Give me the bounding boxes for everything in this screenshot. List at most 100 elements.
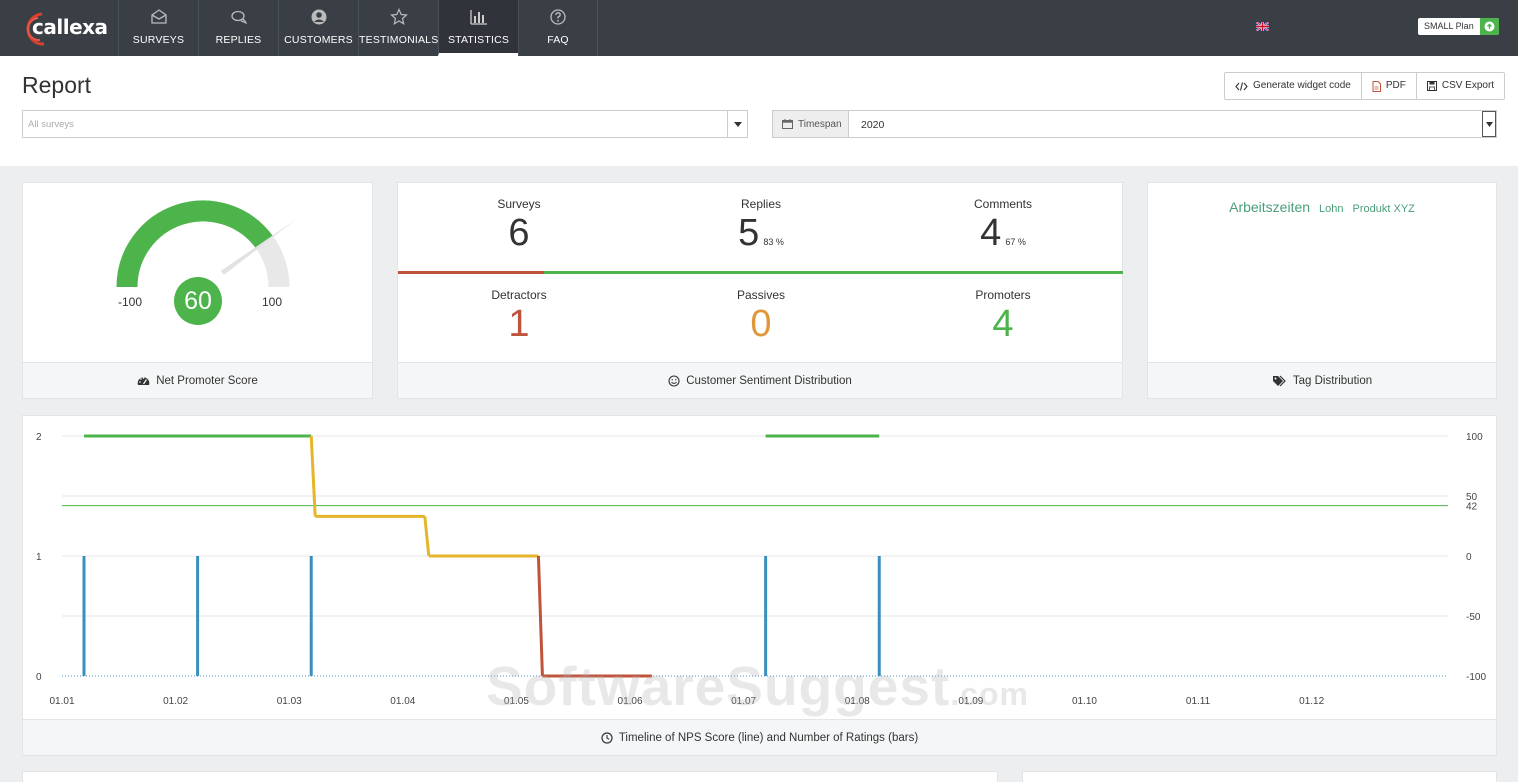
- nps-min-label: -100: [118, 295, 143, 309]
- timespan-value: 2020: [861, 119, 885, 131]
- caret-down-icon[interactable]: [1482, 111, 1496, 137]
- x-axis-tick: 01.03: [277, 696, 302, 707]
- comments-icon: [230, 10, 247, 25]
- nav-replies[interactable]: REPLIES: [198, 0, 278, 56]
- nav-surveys[interactable]: SURVEYS: [118, 0, 198, 56]
- nps-card: 60 -100 100 Net Promoter Score: [22, 182, 373, 399]
- nav-testimonials[interactable]: TESTIMONIALS: [358, 0, 438, 56]
- stat-surveys: Surveys 6: [398, 197, 640, 255]
- generate-widget-code-button[interactable]: Generate widget code: [1225, 73, 1361, 99]
- sentiment-card: Surveys 6 Replies 5 83 % Comments 4 67 % D…: [397, 182, 1123, 399]
- bottom-card-left: [22, 771, 998, 782]
- stat-label: Promoters: [975, 288, 1031, 302]
- timespan-select[interactable]: 2020: [848, 110, 1497, 138]
- stat-percent: 67 %: [1005, 237, 1026, 247]
- smile-icon: [668, 374, 680, 387]
- stat-value: 0: [750, 303, 772, 345]
- surveys-select[interactable]: All surveys: [22, 110, 748, 138]
- left-axis-tick: 1: [36, 552, 42, 563]
- left-axis-tick: 2: [36, 432, 42, 443]
- generate-widget-code-label: Generate widget code: [1253, 80, 1351, 91]
- page-title: Report: [22, 72, 92, 98]
- brand-name[interactable]: callexa: [32, 15, 108, 39]
- stat-label: Replies: [740, 197, 782, 211]
- watermark-suffix: .com: [950, 676, 1029, 712]
- right-axis-tick: -50: [1466, 612, 1481, 623]
- nps-line-step: [309, 435, 317, 517]
- watermark-main: SoftwareSuggest: [486, 655, 951, 717]
- watermark: SoftwareSuggest.com: [486, 654, 1029, 718]
- stat-value: 5: [738, 212, 760, 254]
- nav-label: SURVEYS: [132, 34, 185, 46]
- tag-item[interactable]: Arbeitszeiten: [1229, 199, 1310, 215]
- star-icon: [389, 8, 408, 26]
- nps-footer-label: Net Promoter Score: [156, 374, 258, 387]
- x-axis-tick: 01.02: [163, 696, 188, 707]
- tag-card: Arbeitszeiten Lohn Produkt XYZ Tag Distr…: [1147, 182, 1497, 399]
- timeline-footer-label: Timeline of NPS Score (line) and Number …: [618, 731, 919, 744]
- stat-value: 4: [992, 303, 1014, 345]
- left-axis-tick: 0: [36, 672, 42, 683]
- tag-item[interactable]: Lohn: [1319, 203, 1343, 215]
- promoter-share-bar: [544, 271, 1123, 274]
- stat-label: Passives: [736, 288, 786, 302]
- x-axis-tick: 01.04: [390, 696, 415, 707]
- nav-label: FAQ: [547, 34, 569, 46]
- sentiment-footer-label: Customer Sentiment Distribution: [686, 374, 852, 387]
- tachometer-icon: [137, 377, 150, 385]
- nps-max-label: 100: [262, 295, 283, 309]
- csv-export-label: CSV Export: [1441, 80, 1495, 91]
- code-icon: [1235, 81, 1248, 91]
- x-axis-tick: 01.10: [1072, 696, 1097, 707]
- nav-label: STATISTICS: [447, 34, 510, 46]
- stat-label: Comments: [973, 197, 1032, 211]
- question-circle-icon: [550, 9, 566, 25]
- timeline-card-footer: Timeline of NPS Score (line) and Number …: [23, 719, 1496, 755]
- right-axis-tick: 0: [1466, 552, 1472, 563]
- nav-statistics[interactable]: STATISTICS: [438, 0, 518, 56]
- csv-export-button[interactable]: CSV Export: [1415, 73, 1504, 99]
- upgrade-plan-button[interactable]: [1479, 18, 1499, 35]
- tags-icon: [1272, 375, 1286, 386]
- caret-down-icon[interactable]: [727, 111, 747, 137]
- right-axis-tick: 100: [1466, 432, 1483, 443]
- reference-line-label: 42: [1466, 502, 1478, 513]
- arrow-circle-up-icon: [1484, 21, 1495, 32]
- nav-label: CUSTOMERS: [284, 34, 353, 46]
- nav-faq[interactable]: FAQ: [518, 0, 598, 56]
- stat-value: 6: [508, 212, 530, 254]
- uk-flag-icon[interactable]: [1256, 22, 1269, 31]
- bar-chart-icon: [469, 10, 487, 25]
- tag-item[interactable]: Produkt XYZ: [1353, 203, 1415, 215]
- pdf-button[interactable]: PDF: [1360, 73, 1416, 99]
- stat-replies: Replies 5 83 %: [640, 197, 882, 264]
- clock-icon: [601, 731, 613, 744]
- right-axis-tick: -100: [1466, 672, 1486, 683]
- calendar-icon: [782, 119, 793, 129]
- stat-detractors: Detractors 1: [398, 288, 640, 346]
- pdf-label: PDF: [1385, 80, 1406, 91]
- stat-passives: Passives 0: [640, 288, 882, 346]
- main-nav: SURVEYS REPLIES CUSTOMERS TESTIMONIALS S…: [118, 0, 598, 56]
- timespan-addon: Timespan: [772, 110, 849, 138]
- nav-label: REPLIES: [215, 34, 262, 46]
- plan-badge[interactable]: SMALL Plan: [1418, 18, 1499, 35]
- x-axis-tick: 01.12: [1299, 696, 1324, 707]
- bottom-card-right: [1022, 771, 1497, 782]
- stat-label: Detractors: [491, 288, 547, 302]
- nav-customers[interactable]: CUSTOMERS: [278, 0, 358, 56]
- tag-footer-label: Tag Distribution: [1292, 374, 1373, 387]
- tag-card-footer: Tag Distribution: [1148, 362, 1496, 398]
- envelope-icon: [150, 9, 167, 24]
- stat-label: Surveys: [497, 197, 541, 211]
- stat-promoters: Promoters 4: [882, 288, 1124, 346]
- report-header: Report Generate widget code PDF CSV Expo…: [0, 56, 1518, 166]
- stat-value: 4: [980, 212, 1002, 254]
- user-circle-icon: [311, 9, 326, 25]
- nps-gauge-fill: [116, 200, 273, 288]
- stat-value: 1: [508, 303, 530, 345]
- nps-score-badge: 60: [174, 277, 222, 325]
- nav-label: TESTIMONIALS: [359, 34, 439, 46]
- file-pdf-icon: [1372, 80, 1381, 92]
- nps-card-footer: Net Promoter Score: [23, 362, 372, 398]
